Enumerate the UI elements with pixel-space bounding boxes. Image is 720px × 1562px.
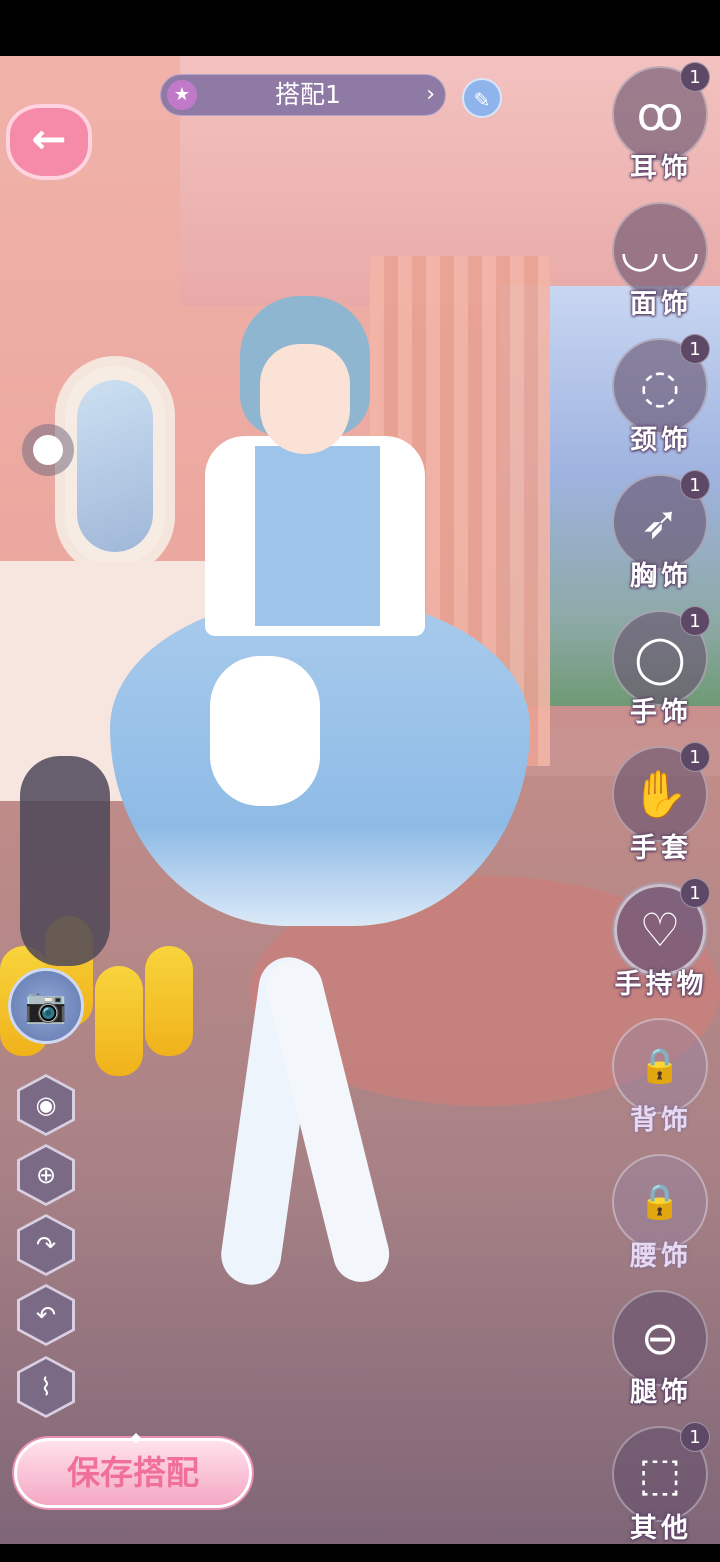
category-back[interactable]: 🔒 背饰 <box>610 1018 712 1154</box>
category-waist[interactable]: 🔒 腰饰 <box>610 1154 712 1290</box>
category-label: 耳饰 <box>630 153 692 184</box>
count-badge: 1 <box>680 878 710 908</box>
star-icon[interactable]: ★ <box>167 80 197 110</box>
float-toggle-button[interactable] <box>22 424 74 476</box>
bunny-plush <box>20 756 110 966</box>
pencil-icon: ✎ <box>473 88 491 112</box>
save-outfit-label: 保存搭配 <box>67 1453 199 1492</box>
count-badge: 1 <box>680 62 710 92</box>
category-necklace[interactable]: ◌ 1 颈饰 <box>610 334 712 474</box>
outfit-selector[interactable]: ★ 搭配1 › <box>160 74 446 116</box>
teddy-bear <box>210 656 320 806</box>
category-label: 面饰 <box>630 289 692 320</box>
category-earrings[interactable]: ꝏ 1 耳饰 <box>610 62 712 202</box>
category-leg[interactable]: ⊖ 腿饰 <box>610 1290 712 1426</box>
category-mask[interactable]: ◡◡ 面饰 <box>610 202 712 338</box>
count-badge: 1 <box>680 334 710 364</box>
edit-outfit-button[interactable]: ✎ <box>462 78 502 118</box>
category-label: 胸饰 <box>630 561 692 592</box>
category-label: 腰饰 <box>630 1241 692 1272</box>
count-badge: 1 <box>680 1422 710 1452</box>
camera-icon: 📷 <box>24 986 68 1026</box>
count-badge: 1 <box>680 606 710 636</box>
save-outfit-button[interactable]: ◆ 保存搭配 <box>14 1430 252 1508</box>
category-label: 手饰 <box>630 697 692 728</box>
category-gloves[interactable]: ✋ 1 手套 <box>610 742 712 882</box>
camera-button[interactable]: 📷 <box>8 968 84 1044</box>
chevron-right-icon[interactable]: › <box>426 75 435 115</box>
category-label: 手持物 <box>614 969 708 1000</box>
dress-bodice <box>255 446 380 626</box>
category-bracelet[interactable]: ◯ 1 手饰 <box>610 606 712 746</box>
category-label: 手套 <box>630 833 692 864</box>
character-model[interactable] <box>110 296 530 1376</box>
category-label: 背饰 <box>630 1105 692 1136</box>
category-handheld[interactable]: ♡ 1 手持物 <box>610 878 712 1018</box>
category-other[interactable]: ⬚ 1 其他 <box>610 1422 712 1562</box>
back-button[interactable]: ← <box>6 104 92 180</box>
status-bar <box>0 0 720 56</box>
dress-skirt <box>110 596 530 926</box>
category-label: 其他 <box>630 1513 692 1544</box>
count-badge: 1 <box>680 742 710 772</box>
category-label: 颈饰 <box>630 425 692 456</box>
back-arrow-icon: ← <box>31 114 67 163</box>
face <box>260 344 350 454</box>
category-label: 腿饰 <box>630 1377 692 1408</box>
outfit-title: 搭配1 <box>275 80 341 109</box>
count-badge: 1 <box>680 470 710 500</box>
category-brooch[interactable]: ➶ 1 胸饰 <box>610 470 712 610</box>
